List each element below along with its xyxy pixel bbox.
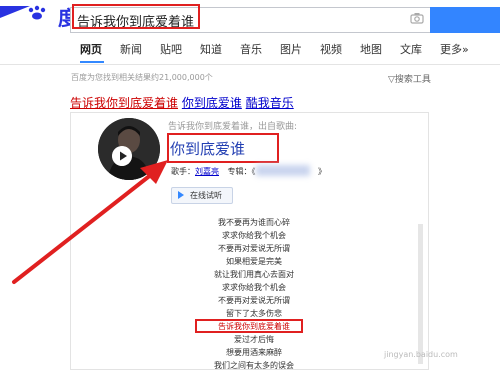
singer-link[interactable]: 刘嘉亮: [195, 167, 219, 176]
tab-news[interactable]: 新闻: [120, 43, 142, 63]
lyrics-list: 我不要再为谁而心碎 求求你给我个机会 不要再对爱说无所谓 如果相爱是完美 就让我…: [170, 216, 338, 372]
listen-online-button[interactable]: 在线试听: [171, 187, 233, 204]
annotation-highlight-search: [72, 4, 200, 29]
tab-web[interactable]: 网页: [80, 43, 102, 63]
tab-music[interactable]: 音乐: [240, 43, 262, 63]
album-label: 专辑：《: [227, 167, 256, 176]
tab-images[interactable]: 图片: [280, 43, 302, 63]
album-close: 》: [318, 167, 326, 176]
lyric-line: 想要用酒来麻醉: [226, 348, 282, 357]
singer-label: 歌手：: [171, 167, 195, 176]
lyric-line: 就让我们用真心去面对: [214, 270, 294, 279]
lyric-line: 不要再对爱说无所谓: [218, 244, 290, 253]
lyric-line: 我们之间有太多的误会: [214, 361, 294, 370]
tab-more[interactable]: 更多»: [440, 43, 469, 63]
active-tab-indicator: [80, 61, 104, 63]
lyric-line: 我不要再为谁而心碎: [218, 218, 290, 227]
lyrics-scrollbar[interactable]: [418, 224, 423, 364]
search-tabs: 网页 新闻 贴吧 知道 音乐 图片 视频 地图 文库 更多»: [80, 43, 487, 63]
tab-wenku[interactable]: 文库: [400, 43, 422, 63]
watermark: jingyan.baidu.com: [384, 350, 458, 359]
result-title-part2: 你到底爱谁: [181, 96, 242, 110]
card-subtitle: 告诉我你到底爱着谁，出自歌曲:: [168, 122, 298, 132]
result-title-link[interactable]: 告诉我你到底爱着谁 你到底爱谁 酷我音乐: [70, 94, 294, 111]
lyric-line: 如果相爱是完美: [226, 257, 282, 266]
play-icon[interactable]: [112, 146, 132, 166]
annotation-highlight-lyric: [195, 319, 303, 333]
tab-zhidao[interactable]: 知道: [200, 43, 222, 63]
camera-icon[interactable]: [410, 12, 424, 24]
baidu-logo-icon[interactable]: [0, 4, 60, 32]
filter-icon: ▽: [388, 75, 395, 85]
play-triangle-icon: [178, 191, 184, 199]
tab-map[interactable]: 地图: [360, 43, 382, 63]
result-title-part3: 酷我音乐: [245, 96, 294, 110]
search-button[interactable]: [430, 7, 500, 33]
header-divider: [0, 64, 500, 65]
lyric-line: 爱过才后悔: [234, 335, 274, 344]
lyric-line: 求求你给我个机会: [222, 283, 286, 292]
result-title-part1: 告诉我你到底爱着谁: [70, 96, 179, 110]
annotation-highlight-song: [167, 133, 279, 163]
lyric-line: 不要再对爱说无所谓: [218, 296, 290, 305]
search-tools-label: 搜索工具: [394, 75, 431, 85]
result-count: 百度为您找到相关结果约21,000,000个: [71, 73, 213, 82]
song-meta: 歌手：刘嘉亮 专辑：《: [171, 166, 256, 177]
tab-video[interactable]: 视频: [320, 43, 342, 63]
tab-tieba[interactable]: 贴吧: [160, 43, 182, 63]
lyric-line: 求求你给我个机会: [222, 231, 286, 240]
listen-label: 在线试听: [190, 191, 222, 200]
blurred-album-name: [256, 165, 310, 176]
search-tools-button[interactable]: ▽搜索工具: [388, 72, 431, 85]
